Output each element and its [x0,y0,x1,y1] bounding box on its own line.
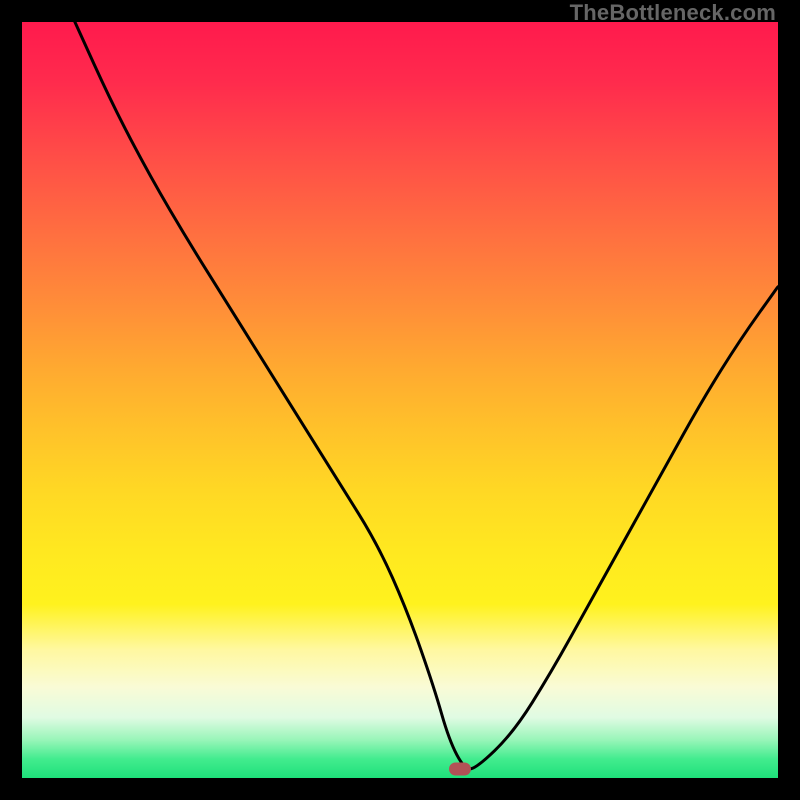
plot-area [22,22,778,778]
optimal-point-marker [449,762,471,775]
bottleneck-curve [22,22,778,778]
chart-container: TheBottleneck.com [0,0,800,800]
